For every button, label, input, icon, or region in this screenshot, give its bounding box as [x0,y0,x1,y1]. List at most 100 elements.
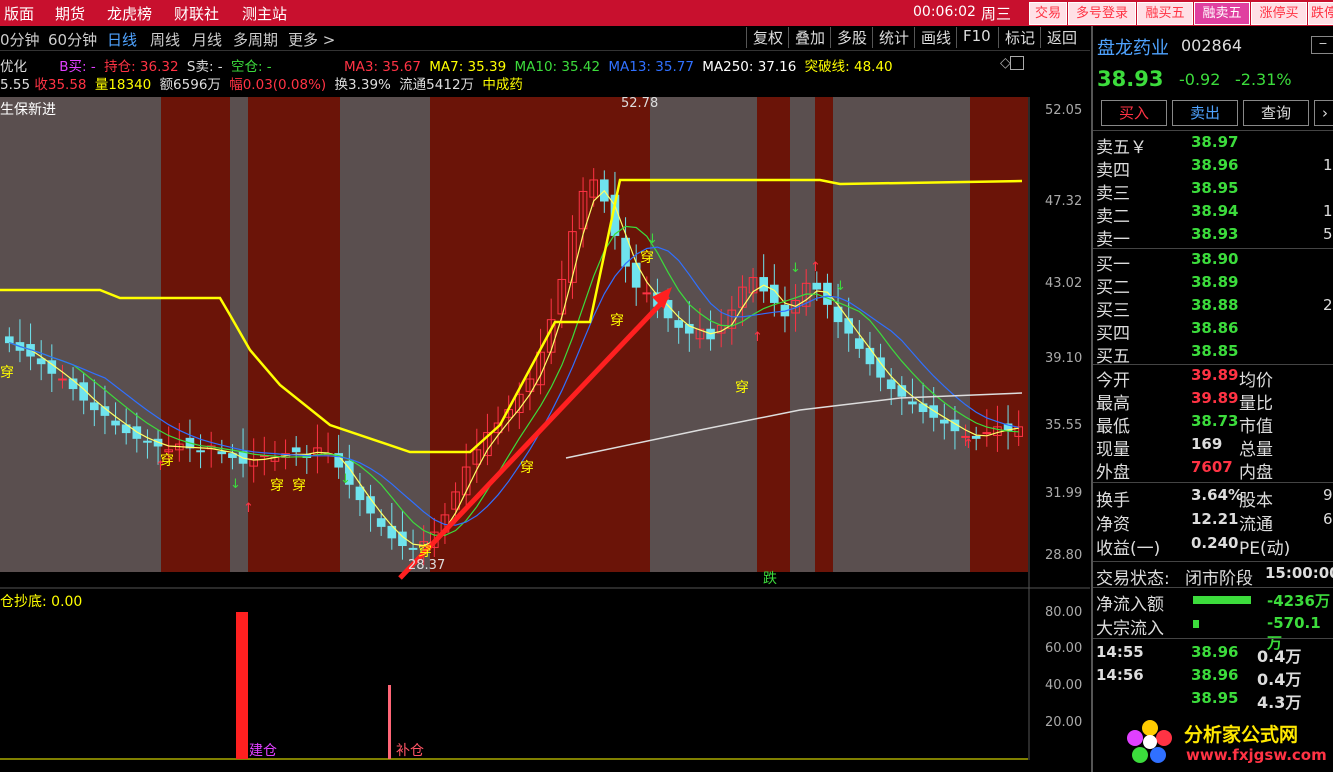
row-label: 卖二 [1096,207,1130,227]
row-volume: 1 [1323,156,1333,174]
stat-value: 12.21 [1191,510,1239,528]
die-marker: 跌 [763,571,777,587]
chuan-marker: 穿 [640,250,654,266]
sub-axis: 80.00 60.00 40.00 20.00 [1030,590,1088,760]
stat-label: 外盘 [1096,463,1130,483]
stat-label: 最高 [1096,394,1130,414]
trade-status-label: 交易状态: [1096,569,1170,589]
row-price: 38.86 [1191,319,1239,337]
flow-label: 净流入额 [1096,595,1164,615]
query-button[interactable]: 查询 [1243,100,1309,126]
stat-value: 39.89 [1191,366,1239,384]
ask-row[interactable]: 卖一 38.93 5 [1093,225,1333,250]
stat-value: 0.240 [1191,534,1239,552]
stat-row: 最高 39.89 量比 [1093,389,1333,414]
last-price: 38.93 [1097,67,1164,91]
candle-body [376,518,386,527]
bid-row[interactable]: 买五 38.85 [1093,342,1333,367]
candle-body [196,450,205,453]
candle-body [844,318,853,334]
ask-row[interactable]: 卖二 38.94 1 [1093,202,1333,227]
stat-value: 7607 [1191,458,1233,476]
candle-body [642,292,652,295]
price-change-pct: -2.31% [1235,70,1292,89]
stat-value: 39.89 [1191,389,1239,407]
stat-value: 3.64% [1191,486,1244,504]
quote-panel: 盘龙药业 002864 − 38.93 -0.92 -2.31% 买入 卖出 查… [1091,26,1333,772]
y-tick: 39.10 [1045,351,1083,366]
row-volume: 1 [1323,202,1333,220]
y-tick: 43.02 [1045,276,1083,291]
candle-body [865,347,875,365]
bid-row[interactable]: 买一 38.90 [1093,250,1333,275]
candle-body [111,420,120,426]
build-position-bar [236,612,248,759]
limit-up-buy-button[interactable]: 涨停买 [1251,2,1307,25]
candle-body [58,378,67,381]
low-label: 28.37 [408,558,446,573]
more-button[interactable]: › [1314,100,1333,126]
row-price: 38.93 [1191,225,1239,243]
candle-body [217,451,227,455]
up-arrow-icon: ↑ [243,501,254,516]
bid-row[interactable]: 买四 38.86 [1093,319,1333,344]
limit-down-button[interactable]: 跌停 [1308,2,1333,25]
stat-label: 换手 [1096,491,1130,511]
tick-price: 38.96 [1191,643,1239,661]
chuan-marker: 穿 [735,380,749,396]
margin-sell-five-button[interactable]: 融卖五 [1194,2,1250,25]
stat-value: 38.73 [1191,412,1239,430]
bid-row[interactable]: 买二 38.89 [1093,273,1333,298]
row-label: 买二 [1096,278,1130,298]
candle-body [940,419,949,424]
row-label: 买三 [1096,301,1130,321]
bid-row[interactable]: 买三 38.88 2 [1093,296,1333,321]
candle-body [823,282,832,305]
tick-volume: 0.4万 [1257,647,1302,666]
stat-label2: 总量 [1239,440,1273,460]
sell-button[interactable]: 卖出 [1172,100,1238,126]
row-price: 38.94 [1191,202,1239,220]
candle-body [36,358,46,365]
down-arrow-icon: ↓ [340,472,351,487]
stat-label2: 股本 [1239,491,1273,511]
stat-label: 最低 [1096,417,1130,437]
tick-time: 14:55 [1096,643,1144,661]
stat-label2: PE(动) [1239,539,1291,559]
kline-chart[interactable]: 穿穿穿 穿穿穿穿穿穿跌↑↑↑↑↑↓ ↓↓↓↓ [0,0,1090,772]
flower-logo-icon [1127,720,1172,763]
candle-body [408,547,418,550]
down-arrow-icon: ↓ [835,279,846,294]
candle-body [5,336,14,344]
trade-status: 交易状态: 闭市阶段 15:00:00 [1093,564,1333,589]
stat-label2: 均价 [1239,371,1273,391]
ask-row[interactable]: 卖五￥ 38.97 [1093,133,1333,158]
stat-label: 今开 [1096,371,1130,391]
sub-indicator [236,612,391,759]
watermark: 分析家公式网 www.fxjgsw.com [1124,716,1333,772]
chart-toggle-icon[interactable]: − [1311,36,1333,54]
chuan-marker: 穿 [520,460,534,476]
ask-row[interactable]: 卖四 38.96 1 [1093,156,1333,181]
tick-row: 14:55 38.96 0.4万 [1093,643,1333,666]
margin-buy-five-button[interactable]: 融买五 [1137,2,1193,25]
y-tick: 31.99 [1045,486,1083,501]
row-price: 38.85 [1191,342,1239,360]
add-position-label: 补仓 [396,743,424,759]
candle-body [812,282,822,290]
row-label: 卖一 [1096,230,1130,250]
row-label: 卖三 [1096,184,1130,204]
trade-status-time: 15:00:00 [1265,564,1333,582]
row-label: 买一 [1096,255,1130,275]
stock-code: 002864 [1181,36,1243,55]
row-label: 买四 [1096,324,1130,344]
buy-button[interactable]: 买入 [1101,100,1167,126]
up-arrow-icon: ↑ [963,437,974,452]
watermark-url: www.fxjgsw.com [1186,746,1327,764]
candle-body [855,338,864,349]
flow-bar [1193,596,1251,604]
candle-body [90,402,99,411]
candle-body [908,401,917,405]
row-price: 38.96 [1191,156,1239,174]
ask-row[interactable]: 卖三 38.95 [1093,179,1333,204]
